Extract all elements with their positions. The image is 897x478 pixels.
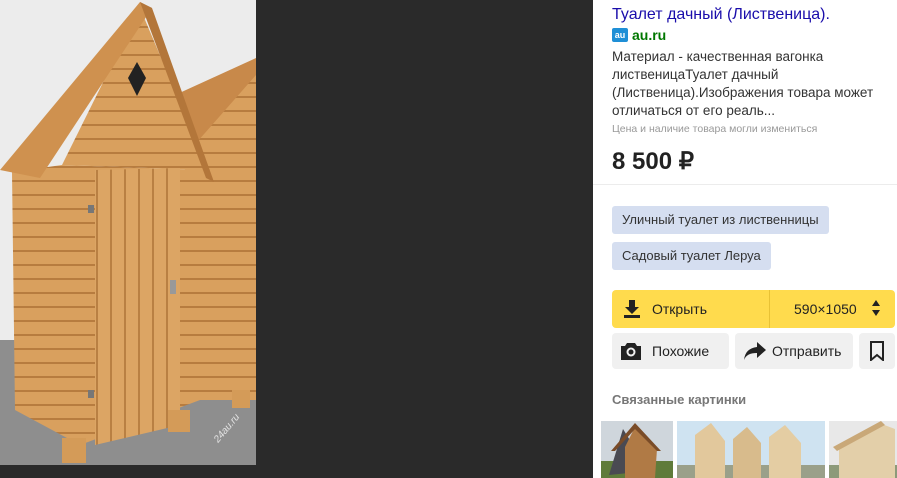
updown-arrows-icon	[871, 299, 881, 322]
result-description: Материал - качественная вагонка листвени…	[612, 49, 874, 118]
source-link[interactable]: au au.ru	[612, 27, 666, 43]
share-label: Отправить	[772, 343, 842, 359]
similar-label: Похожие	[652, 343, 710, 359]
site-favicon-icon: au	[612, 28, 628, 42]
related-heading: Связанные картинки	[612, 392, 747, 407]
related-thumbnail[interactable]	[829, 421, 897, 478]
price-notice: Цена и наличие товара могли измениться	[612, 123, 818, 135]
bookmark-icon	[870, 341, 884, 366]
tag-chip[interactable]: Садовый туалет Леруа	[612, 242, 771, 270]
main-image[interactable]: 24au.ru	[0, 0, 256, 465]
similar-button[interactable]: Похожие	[612, 333, 729, 369]
tag-chip[interactable]: Уличный туалет из лиственницы	[612, 206, 829, 234]
share-button[interactable]: Отправить	[735, 333, 853, 369]
image-viewer: 24au.ru	[0, 0, 593, 478]
outhouse-photo	[0, 0, 256, 465]
bookmark-button[interactable]	[859, 333, 895, 369]
details-panel: Туалет дачный (Лиственица). au au.ru Мат…	[593, 0, 897, 478]
related-thumbnail[interactable]	[677, 421, 825, 478]
share-arrow-icon	[744, 342, 766, 365]
price: 8 500 ₽	[612, 148, 694, 175]
source-domain[interactable]: au.ru	[632, 27, 666, 43]
result-title-link[interactable]: Туалет дачный (Лиственица).	[612, 6, 830, 24]
camera-icon	[620, 342, 642, 365]
divider	[769, 290, 770, 328]
download-icon	[624, 300, 640, 323]
open-label: Открыть	[652, 301, 707, 317]
divider	[593, 184, 897, 185]
related-thumbnail[interactable]	[601, 421, 673, 478]
size-select[interactable]: 590×1050	[794, 301, 857, 317]
open-image-button[interactable]: Открыть 590×1050	[612, 290, 895, 328]
